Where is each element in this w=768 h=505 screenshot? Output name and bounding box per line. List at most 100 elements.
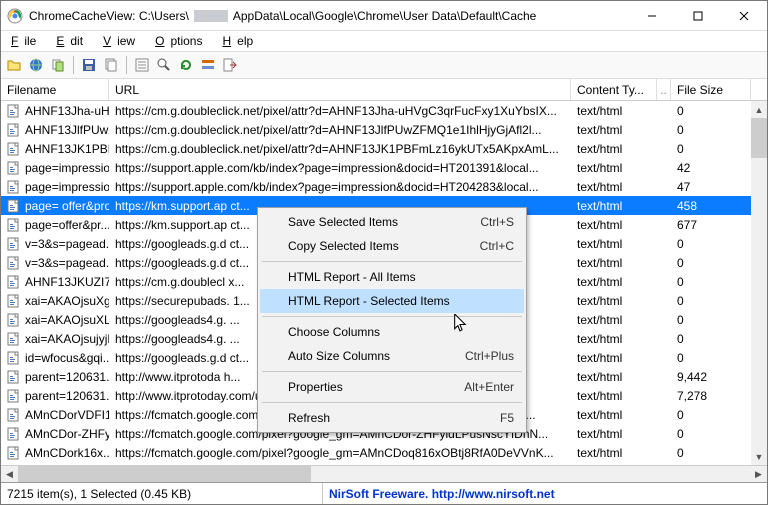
col-header-filename[interactable]: Filename	[1, 79, 109, 100]
scroll-left-arrow[interactable]: ◀	[1, 466, 18, 483]
cell-content-type: text/html	[571, 177, 657, 196]
maximize-button[interactable]	[675, 1, 721, 30]
col-header-file-size[interactable]: File Size	[671, 79, 751, 100]
status-brand: NirSoft Freeware.	[329, 487, 432, 501]
menu-options[interactable]: Options	[149, 33, 214, 49]
cell-file-size: 0	[671, 310, 751, 329]
col-header-url[interactable]: URL	[109, 79, 571, 100]
scroll-down-arrow[interactable]: ▼	[751, 448, 767, 465]
tool-exit[interactable]	[221, 56, 239, 74]
cell-file-size: 0	[671, 101, 751, 120]
horizontal-scrollbar[interactable]: ◀ ▶	[1, 465, 767, 482]
cell-content-type: text/html	[571, 443, 657, 462]
cell-content-type: text/html	[571, 158, 657, 177]
cell-file-size: 677	[671, 215, 751, 234]
cell-filename: AMnCDor-ZHFy...	[1, 424, 109, 443]
cell-file-size: 0	[671, 348, 751, 367]
tool-web[interactable]	[27, 56, 45, 74]
tool-refresh[interactable]	[177, 56, 195, 74]
cell-file-size: 0	[671, 329, 751, 348]
context-menu-item[interactable]: HTML Report - Selected Items	[260, 289, 524, 313]
cell-more	[657, 424, 671, 443]
table-row[interactable]: AHNF13JlfPUwZ...https://cm.g.doubleclick…	[1, 120, 767, 139]
cell-filename: v=3&s=pagead...	[1, 253, 109, 272]
close-button[interactable]	[721, 1, 767, 30]
hscroll-thumb[interactable]	[18, 466, 311, 482]
cell-url: https://support.apple.com/kb/index?page=…	[109, 158, 571, 177]
col-header-more[interactable]: ..	[657, 79, 671, 100]
cell-filename: xai=AKAOjsuXLz...	[1, 310, 109, 329]
context-menu-item[interactable]: Save Selected Items Ctrl+S	[260, 210, 524, 234]
context-menu-item[interactable]: HTML Report - All Items	[260, 265, 524, 289]
menu-file[interactable]: File	[5, 33, 48, 49]
filename-text: page=offer&pr...	[25, 218, 109, 232]
cell-content-type: text/html	[571, 139, 657, 158]
tool-properties[interactable]	[133, 56, 151, 74]
menu-item-label: Auto Size Columns	[288, 349, 390, 363]
table-row[interactable]: AHNF13JK1PBF...https://cm.g.doubleclick.…	[1, 139, 767, 158]
cell-more	[657, 139, 671, 158]
cell-content-type: text/html	[571, 367, 657, 386]
tool-save[interactable]	[80, 56, 98, 74]
filename-text: v=3&s=pagead...	[25, 256, 109, 270]
toolbar	[1, 51, 767, 79]
menu-item-label: Save Selected Items	[288, 215, 398, 229]
context-menu: Save Selected Items Ctrl+S Copy Selected I…	[257, 207, 527, 433]
vscroll-track[interactable]	[751, 118, 767, 448]
cell-filename: AHNF13JlfPUwZ...	[1, 120, 109, 139]
vertical-scrollbar[interactable]: ▲ ▼	[751, 101, 767, 465]
cell-file-size: 7,278	[671, 386, 751, 405]
filename-text: id=wfocus&gqi...	[25, 351, 109, 365]
context-menu-item[interactable]: RefreshF5	[260, 406, 524, 430]
cell-content-type: text/html	[571, 386, 657, 405]
menu-item-label: Refresh	[288, 411, 330, 425]
cell-content-type: text/html	[571, 329, 657, 348]
context-menu-item[interactable]: PropertiesAlt+Enter	[260, 375, 524, 399]
cell-file-size: 47	[671, 177, 751, 196]
tool-copy-url[interactable]	[49, 56, 67, 74]
status-link[interactable]: http://www.nirsoft.net	[432, 487, 555, 501]
cell-content-type: text/html	[571, 424, 657, 443]
table-row[interactable]: AMnCDork16x...https://fcmatch.google.com…	[1, 443, 767, 462]
tool-options[interactable]	[199, 56, 217, 74]
tool-copy[interactable]	[102, 56, 120, 74]
hscroll-track[interactable]	[18, 466, 750, 482]
cell-filename: AHNF13JK1PBF...	[1, 139, 109, 158]
filename-text: page=impressio...	[25, 161, 109, 175]
minimize-button[interactable]	[629, 1, 675, 30]
table-row[interactable]: page=impressio...https://support.apple.c…	[1, 177, 767, 196]
cell-content-type: text/html	[571, 348, 657, 367]
cell-file-size: 0	[671, 424, 751, 443]
table-row[interactable]: AHNF13Jha-uH...https://cm.g.doubleclick.…	[1, 101, 767, 120]
filename-text: AMnCDor-ZHFy...	[25, 427, 109, 441]
cell-file-size: 0	[671, 443, 751, 462]
cell-more	[657, 234, 671, 253]
cell-content-type: text/html	[571, 196, 657, 215]
cell-filename: AHNF13Jha-uH...	[1, 101, 109, 120]
menu-help[interactable]: Help	[216, 33, 265, 49]
cell-url: https://cm.g.doubleclick.net/pixel/attr?…	[109, 101, 571, 120]
tool-find[interactable]	[155, 56, 173, 74]
menu-view[interactable]: View	[97, 33, 147, 49]
table-row[interactable]: page=impressio...https://support.apple.c…	[1, 158, 767, 177]
cell-file-size: 0	[671, 291, 751, 310]
tool-open-folder[interactable]	[5, 56, 23, 74]
context-menu-item[interactable]: Auto Size ColumnsCtrl+Plus	[260, 344, 524, 368]
filename-text: AHNF13Jha-uH...	[25, 104, 109, 118]
menubar: File Edit View Options Help	[1, 31, 767, 51]
menu-edit[interactable]: Edit	[50, 33, 95, 49]
cell-file-size: 42	[671, 158, 751, 177]
cell-content-type: text/html	[571, 405, 657, 424]
filename-text: xai=AKAOjsuXg...	[25, 294, 109, 308]
cell-content-type: text/html	[571, 234, 657, 253]
vscroll-thumb[interactable]	[751, 118, 767, 158]
scroll-up-arrow[interactable]: ▲	[751, 101, 767, 118]
scroll-right-arrow[interactable]: ▶	[750, 466, 767, 483]
context-menu-item[interactable]: Choose Columns	[260, 320, 524, 344]
col-header-content-type[interactable]: Content Ty...	[571, 79, 657, 100]
cell-filename: AMnCDork16x...	[1, 443, 109, 462]
menu-item-shortcut: Ctrl+S	[480, 215, 514, 229]
status-left: 7215 item(s), 1 Selected (0.45 KB)	[1, 483, 323, 504]
cell-url: https://support.apple.com/kb/index?page=…	[109, 177, 571, 196]
context-menu-item[interactable]: Copy Selected ItemsCtrl+C	[260, 234, 524, 258]
